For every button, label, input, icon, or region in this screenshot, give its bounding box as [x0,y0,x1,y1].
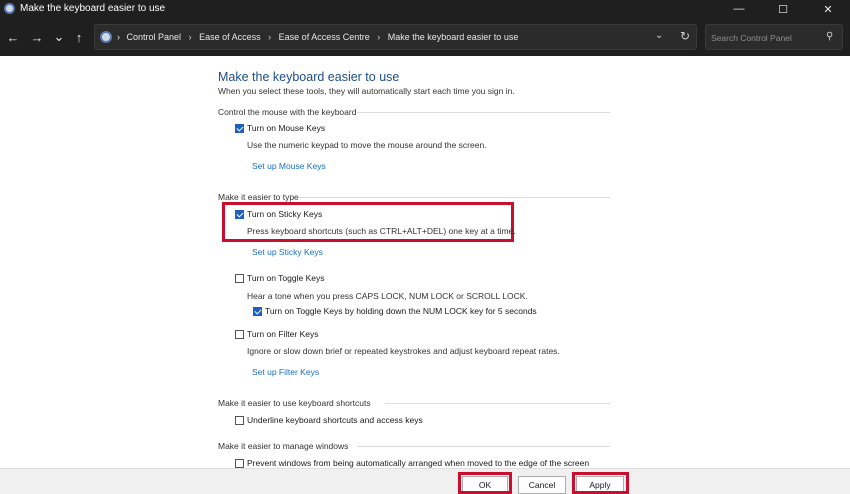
up-arrow-icon[interactable]: ↑ [70,28,88,46]
section-label-windows: Make it easier to manage windows [218,441,349,451]
section-divider [385,403,610,404]
cancel-button[interactable]: Cancel [518,476,566,494]
page-title: Make the keyboard easier to use [218,70,400,84]
page-intro: When you select these tools, they will a… [218,86,515,96]
section-divider [300,197,610,198]
section-label-shortcuts: Make it easier to use keyboard shortcuts [218,398,371,408]
apply-button-highlight [572,472,629,494]
prevent-arrange-checkbox[interactable] [235,459,244,468]
sticky-keys-highlight [222,202,514,242]
section-label-mouse: Control the mouse with the keyboard [218,107,357,117]
address-bar[interactable]: › Control Panel › Ease of Access › Ease … [94,24,697,50]
dialog-footer: OK Cancel Apply [0,468,850,494]
filter-keys-checkbox[interactable] [235,330,244,339]
search-placeholder: Search Control Panel [711,33,792,43]
address-dropdown-icon[interactable]: ⌄ [655,30,663,41]
mouse-keys-description: Use the numeric keypad to move the mouse… [247,140,487,150]
breadcrumb-sep-icon: › [117,32,120,42]
forward-arrow-icon[interactable]: → [28,28,46,46]
toggle-keys-hold-label[interactable]: Turn on Toggle Keys by holding down the … [265,306,537,316]
window-title: Make the keyboard easier to use [20,3,166,14]
minimize-button[interactable]: — [717,0,761,18]
underline-shortcuts-label[interactable]: Underline keyboard shortcuts and access … [247,415,423,425]
refresh-icon[interactable]: ↻ [680,29,690,43]
section-divider [357,446,610,447]
breadcrumb-ease-of-access-centre[interactable]: Ease of Access Centre [279,32,370,42]
breadcrumb-current-page[interactable]: Make the keyboard easier to use [388,32,519,42]
mouse-keys-checkbox[interactable] [235,124,244,133]
search-box[interactable]: Search Control Panel ⚲ [705,24,843,50]
underline-shortcuts-checkbox[interactable] [235,416,244,425]
filter-keys-description: Ignore or slow down brief or repeated ke… [247,346,560,356]
recent-locations-chevron-icon[interactable]: ⌄ [50,28,68,46]
set-up-mouse-keys-link[interactable]: Set up Mouse Keys [252,161,326,171]
navigation-bar: ← → ⌄ ↑ › Control Panel › Ease of Access… [0,18,850,56]
breadcrumb-sep-icon: › [377,32,381,42]
ok-button-highlight [458,472,512,494]
search-icon[interactable]: ⚲ [826,31,833,42]
title-bar: Make the keyboard easier to use — ☐ ✕ [0,0,850,18]
back-arrow-icon[interactable]: ← [4,28,22,46]
set-up-sticky-keys-link[interactable]: Set up Sticky Keys [252,247,323,257]
section-label-typing: Make it easier to type [218,192,299,202]
close-button[interactable]: ✕ [806,0,850,18]
toggle-keys-label[interactable]: Turn on Toggle Keys [247,273,325,283]
mouse-keys-label[interactable]: Turn on Mouse Keys [247,123,325,133]
sticky-keys-checkbox[interactable] [235,210,244,219]
toggle-keys-checkbox[interactable] [235,274,244,283]
toggle-keys-description: Hear a tone when you press CAPS LOCK, NU… [247,291,528,301]
control-panel-location-icon [100,31,112,43]
sticky-keys-description: Press keyboard shortcuts (such as CTRL+A… [247,226,516,236]
breadcrumb-ease-of-access[interactable]: Ease of Access [199,32,261,42]
section-divider [357,112,610,113]
breadcrumb-control-panel[interactable]: Control Panel [127,32,182,42]
control-panel-icon [4,3,15,14]
filter-keys-label[interactable]: Turn on Filter Keys [247,329,319,339]
main-content: Make the keyboard easier to use When you… [0,56,850,468]
breadcrumb-sep-icon: › [188,32,192,42]
sticky-keys-label[interactable]: Turn on Sticky Keys [247,209,322,219]
set-up-filter-keys-link[interactable]: Set up Filter Keys [252,367,319,377]
breadcrumb-sep-icon: › [268,32,272,42]
toggle-keys-hold-checkbox[interactable] [253,307,262,316]
prevent-arrange-label[interactable]: Prevent windows from being automatically… [247,458,589,468]
maximize-button[interactable]: ☐ [761,0,805,18]
breadcrumb: › Control Panel › Ease of Access › Ease … [117,32,518,42]
